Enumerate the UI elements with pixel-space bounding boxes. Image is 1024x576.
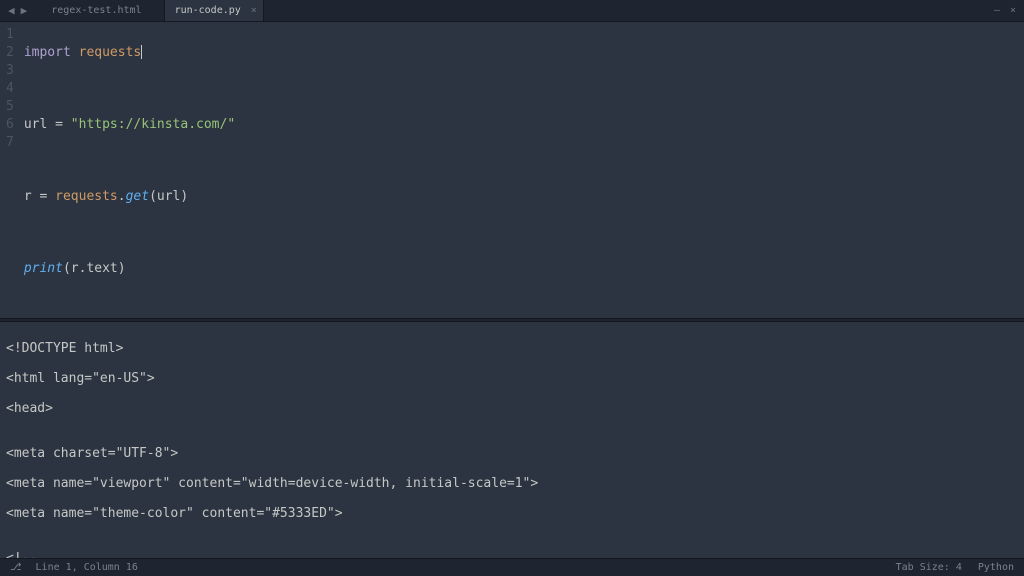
dot: . — [118, 189, 126, 204]
variable: r — [24, 189, 32, 204]
variable: url — [24, 117, 47, 132]
module: requests — [55, 189, 118, 204]
branch-icon[interactable]: ⎇ — [10, 562, 22, 573]
line-number: 2 — [6, 44, 14, 62]
operator: = — [47, 117, 70, 132]
window-controls: — × — [994, 5, 1016, 16]
nav-fwd-icon[interactable]: ▶ — [21, 4, 28, 17]
output-line: <html lang="en-US"> — [6, 371, 1018, 386]
titlebar: ◀ ▶ regex-test.html run-code.py × — × — [0, 0, 1024, 22]
tab-runcode[interactable]: run-code.py × — [165, 0, 264, 21]
code-area[interactable]: import requests url = "https://kinsta.co… — [24, 22, 235, 318]
function: print — [24, 261, 63, 276]
output-panel[interactable]: <!DOCTYPE html> <html lang="en-US"> <hea… — [0, 322, 1024, 558]
tab-size[interactable]: Tab Size: 4 — [896, 562, 962, 573]
tab-regex[interactable]: regex-test.html — [41, 0, 164, 21]
output-line: <meta charset="UTF-8"> — [6, 446, 1018, 461]
nav-back-icon[interactable]: ◀ — [8, 4, 15, 17]
line-number: 1 — [6, 26, 14, 44]
nav-icons: ◀ ▶ — [8, 4, 27, 17]
line-number: 3 — [6, 62, 14, 80]
text-cursor — [141, 45, 142, 59]
function: get — [126, 189, 149, 204]
operator: = — [32, 189, 55, 204]
line-number: 4 — [6, 80, 14, 98]
args: (url) — [149, 189, 188, 204]
module: requests — [79, 45, 142, 60]
close-icon[interactable]: × — [251, 5, 257, 16]
close-window-icon[interactable]: × — [1010, 5, 1016, 16]
line-number: 7 — [6, 134, 14, 152]
output-line: <!DOCTYPE html> — [6, 341, 1018, 356]
tab-bar: regex-test.html run-code.py × — [41, 0, 264, 21]
editor[interactable]: 1 2 3 4 5 6 7 import requests url = "htt… — [0, 22, 1024, 318]
args: (r.text) — [63, 261, 126, 276]
string: "https://kinsta.com/" — [71, 117, 235, 132]
output-line: <head> — [6, 401, 1018, 416]
language-mode[interactable]: Python — [978, 562, 1014, 573]
output-line: <meta name="viewport" content="width=dev… — [6, 476, 1018, 491]
line-number: 6 — [6, 116, 14, 134]
tab-label: run-code.py — [175, 5, 241, 16]
keyword: import — [24, 45, 71, 60]
line-gutter: 1 2 3 4 5 6 7 — [0, 22, 24, 318]
minimize-icon[interactable]: — — [994, 5, 1000, 16]
output-line: <!-- — [6, 551, 1018, 558]
output-line: <meta name="theme-color" content="#5333E… — [6, 506, 1018, 521]
statusbar: ⎇ Line 1, Column 16 Tab Size: 4 Python — [0, 558, 1024, 576]
line-number: 5 — [6, 98, 14, 116]
tab-label: regex-test.html — [51, 5, 141, 16]
cursor-position[interactable]: Line 1, Column 16 — [36, 562, 138, 573]
